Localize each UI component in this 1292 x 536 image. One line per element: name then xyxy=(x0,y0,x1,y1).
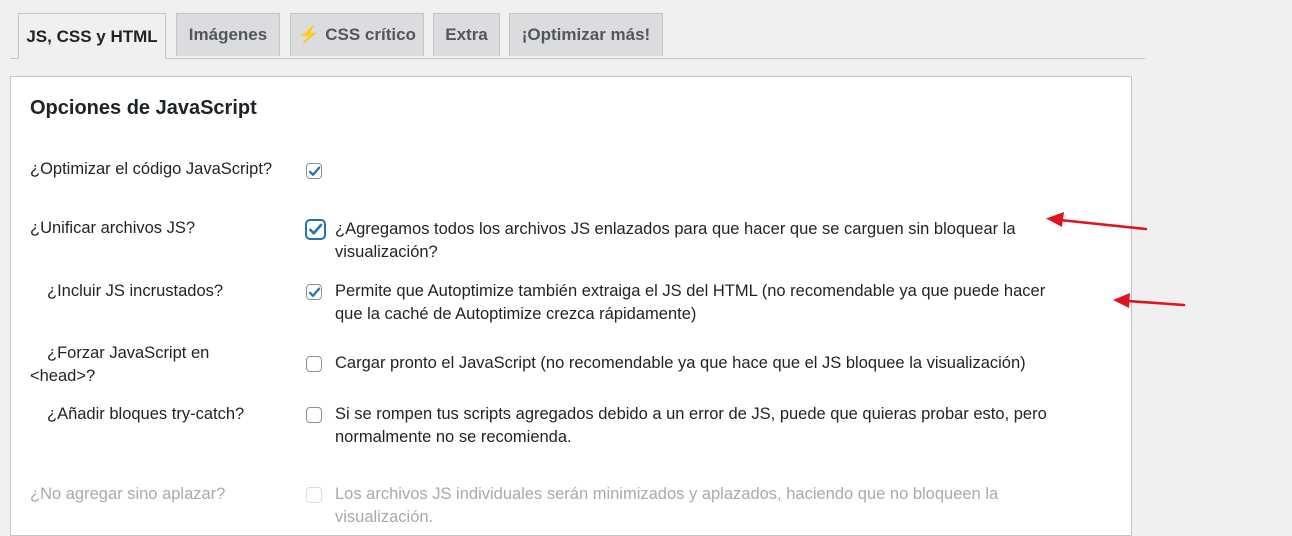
checkmark-icon xyxy=(308,166,321,176)
annotation-arrow-icon xyxy=(1113,293,1186,308)
tab-images[interactable]: Imágenes xyxy=(176,13,280,56)
tab-label: JS, CSS y HTML xyxy=(26,26,158,46)
tab-label: ¡Optimizar más! xyxy=(521,25,651,44)
description-line: normalmente no se recomienda. xyxy=(335,428,572,446)
tab-label: CSS crítico xyxy=(325,25,416,44)
section-title: Opciones de JavaScript xyxy=(30,97,257,119)
description-line: Permite que Autoptimize también extraiga… xyxy=(335,282,1046,300)
annotation-arrow-icon xyxy=(1046,212,1148,231)
tab-label: Extra xyxy=(445,25,488,44)
aggregate-js-label: ¿Unificar archivos JS? xyxy=(30,219,196,237)
try-catch-label: ¿Añadir bloques try-catch? xyxy=(47,405,245,423)
checkmark-icon xyxy=(309,223,323,235)
description-line: que la caché de Autoptimize crezca rápid… xyxy=(335,305,697,323)
defer-js-label: ¿No agregar sino aplazar? xyxy=(30,485,226,503)
tab-label: Imágenes xyxy=(188,25,268,44)
description-line: Los archivos JS individuales serán minim… xyxy=(335,485,999,503)
settings-panel: Opciones de JavaScript ¿Optimizar el cód… xyxy=(10,76,1132,536)
aggregate-js-description: ¿Agregamos todos los archivos JS enlazad… xyxy=(335,218,1065,264)
defer-js-checkbox[interactable] xyxy=(306,487,322,503)
inline-js-description: Permite que Autoptimize también extraiga… xyxy=(335,280,1065,326)
checkmark-icon xyxy=(308,287,321,297)
force-head-description: Cargar pronto el JavaScript (no recomend… xyxy=(335,354,1026,372)
defer-js-description: Los archivos JS individuales serán minim… xyxy=(335,483,1065,529)
description-line: visualización? xyxy=(335,243,438,261)
try-catch-description: Si se rompen tus scripts agregados debid… xyxy=(335,403,1065,449)
inline-js-checkbox[interactable] xyxy=(306,284,322,300)
tab-extra[interactable]: Extra xyxy=(433,13,500,56)
optimize-js-label: ¿Optimizar el código JavaScript? xyxy=(30,160,273,178)
tab-optimize-more[interactable]: ¡Optimizar más! xyxy=(509,13,663,56)
label-line: <head>? xyxy=(30,367,96,385)
try-catch-checkbox[interactable] xyxy=(306,407,322,423)
label-line: ¿Forzar JavaScript en xyxy=(47,344,210,362)
description-line: visualización. xyxy=(335,508,434,526)
tab-bar: JS, CSS y HTML Imágenes ⚡ CSS crítico Ex… xyxy=(10,13,1145,59)
description-line: Si se rompen tus scripts agregados debid… xyxy=(335,405,1047,423)
force-head-label: ¿Forzar JavaScript en <head>? xyxy=(30,342,280,388)
aggregate-js-checkbox[interactable] xyxy=(306,220,325,239)
force-head-checkbox[interactable] xyxy=(306,356,322,372)
optimize-js-checkbox[interactable] xyxy=(306,163,322,179)
tab-js-css-html[interactable]: JS, CSS y HTML xyxy=(18,13,166,59)
tab-critical-css[interactable]: ⚡ CSS crítico xyxy=(290,13,424,56)
inline-js-label: ¿Incluir JS incrustados? xyxy=(47,282,224,300)
lightning-icon: ⚡ xyxy=(298,25,320,44)
description-line: ¿Agregamos todos los archivos JS enlazad… xyxy=(335,220,1016,238)
